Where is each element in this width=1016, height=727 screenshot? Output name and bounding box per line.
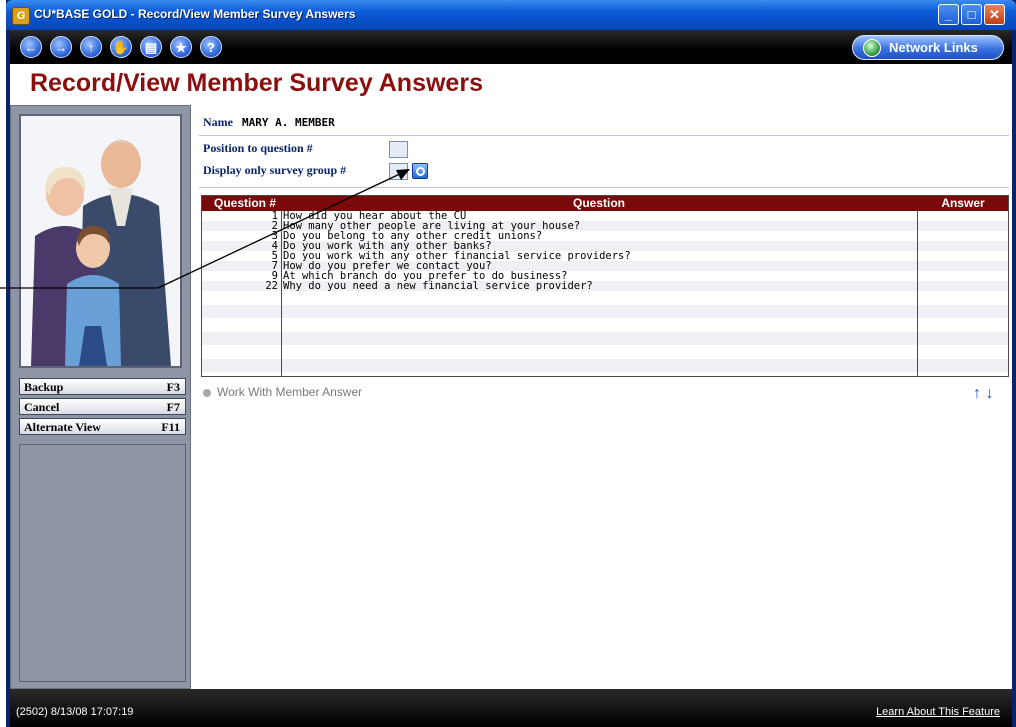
backup-key: F3 xyxy=(166,380,180,394)
network-links-button[interactable]: Network Links xyxy=(852,35,1004,60)
column-header-question-number[interactable]: Question # xyxy=(202,196,280,211)
question-number: 2 xyxy=(271,220,278,232)
network-links-label: Network Links xyxy=(889,40,978,55)
work-with-member-answer-action[interactable]: Work With Member Answer xyxy=(203,385,362,399)
family-photo xyxy=(19,114,182,368)
app-logo-icon: G xyxy=(12,7,30,25)
column-divider xyxy=(281,211,282,376)
bullet-icon xyxy=(203,388,211,397)
table-row-empty xyxy=(202,304,1008,318)
table-row-empty xyxy=(202,331,1008,345)
main-content: Name MARY A. MEMBER Position to question… xyxy=(191,105,1012,689)
close-button[interactable]: ✕ xyxy=(984,4,1005,25)
up-arrow-icon[interactable]: ↑ xyxy=(80,36,102,58)
window-title: CU*BASE GOLD - Record/View Member Survey… xyxy=(34,7,356,21)
page-navigation: ↑ ↓ xyxy=(973,385,993,403)
status-info: (2502) 8/13/08 17:07:19 xyxy=(16,706,134,718)
left-panel: Backup F3 Cancel F7 Alternate View F11 xyxy=(10,105,191,689)
table-row-empty xyxy=(202,345,1008,359)
backup-button[interactable]: Backup F3 xyxy=(19,378,186,395)
page-up-icon[interactable]: ↑ xyxy=(973,385,981,402)
minimize-button[interactable]: _ xyxy=(938,4,959,25)
question-number: 4 xyxy=(271,240,278,252)
column-divider xyxy=(917,211,918,376)
divider xyxy=(199,135,1009,136)
question-number: 7 xyxy=(271,260,278,272)
application-window: G CU*BASE GOLD - Record/View Member Surv… xyxy=(6,0,1016,727)
name-value: MARY A. MEMBER xyxy=(242,116,335,129)
column-header-question[interactable]: Question xyxy=(282,196,916,211)
cancel-key: F7 xyxy=(166,400,180,414)
table-row-empty xyxy=(202,291,1008,305)
question-number: 22 xyxy=(265,280,278,292)
cancel-label: Cancel xyxy=(24,400,60,414)
page-title: Record/View Member Survey Answers xyxy=(30,69,483,97)
member-name-row: Name MARY A. MEMBER xyxy=(203,115,335,130)
column-header-answer[interactable]: Answer xyxy=(918,196,1008,211)
status-bar: (2502) 8/13/08 17:07:19 Learn About This… xyxy=(10,689,1012,727)
backup-label: Backup xyxy=(24,380,64,394)
question-text: Why do you need a new financial service … xyxy=(283,280,593,292)
lookup-icon[interactable] xyxy=(412,163,428,179)
cancel-button[interactable]: Cancel F7 xyxy=(19,398,186,415)
title-bar[interactable]: G CU*BASE GOLD - Record/View Member Surv… xyxy=(6,0,1016,30)
left-panel-filler xyxy=(19,444,186,682)
position-label: Position to question # xyxy=(203,141,313,155)
group-label: Display only survey group # xyxy=(203,163,347,177)
position-input[interactable] xyxy=(389,141,408,158)
help-icon[interactable]: ? xyxy=(200,36,222,58)
alternate-view-button[interactable]: Alternate View F11 xyxy=(19,418,186,435)
divider xyxy=(199,187,1009,188)
survey-group-input[interactable] xyxy=(389,163,408,180)
family-photo-illustration xyxy=(21,116,180,366)
page-down-icon[interactable]: ↓ xyxy=(985,385,993,402)
function-key-list: Backup F3 Cancel F7 Alternate View F11 xyxy=(19,378,186,438)
back-arrow-icon[interactable]: ← xyxy=(20,36,42,58)
star-icon[interactable]: ★ xyxy=(170,36,192,58)
page-header: Record/View Member Survey Answers xyxy=(10,64,1012,106)
hand-icon[interactable]: ✋ xyxy=(110,36,132,58)
table-row[interactable]: 22 Why do you need a new financial servic… xyxy=(202,281,1008,291)
question-number: 1 xyxy=(271,210,278,222)
work-with-member-answer-label: Work With Member Answer xyxy=(217,385,363,399)
printer-icon[interactable]: ▤ xyxy=(140,36,162,58)
learn-about-feature-link[interactable]: Learn About This Feature xyxy=(876,706,1000,718)
table-row-empty xyxy=(202,318,1008,332)
forward-arrow-icon[interactable]: → xyxy=(50,36,72,58)
table-body: 1 How did you hear about the CU 2 How many… xyxy=(202,211,1008,372)
question-number: 3 xyxy=(271,230,278,242)
table-header: Question # Question Answer xyxy=(202,196,1008,211)
maximize-button[interactable]: □ xyxy=(961,4,982,25)
name-label: Name xyxy=(203,115,233,129)
question-number: 5 xyxy=(271,250,278,262)
alternate-view-key: F11 xyxy=(161,420,180,434)
table-row-empty xyxy=(202,358,1008,372)
survey-questions-table: Question # Question Answer 1 How did you … xyxy=(201,195,1009,377)
globe-icon xyxy=(863,39,881,57)
alternate-view-label: Alternate View xyxy=(24,420,101,434)
toolbar: ← → ↑ ✋ ▤ ★ ? Network Links xyxy=(10,30,1012,64)
